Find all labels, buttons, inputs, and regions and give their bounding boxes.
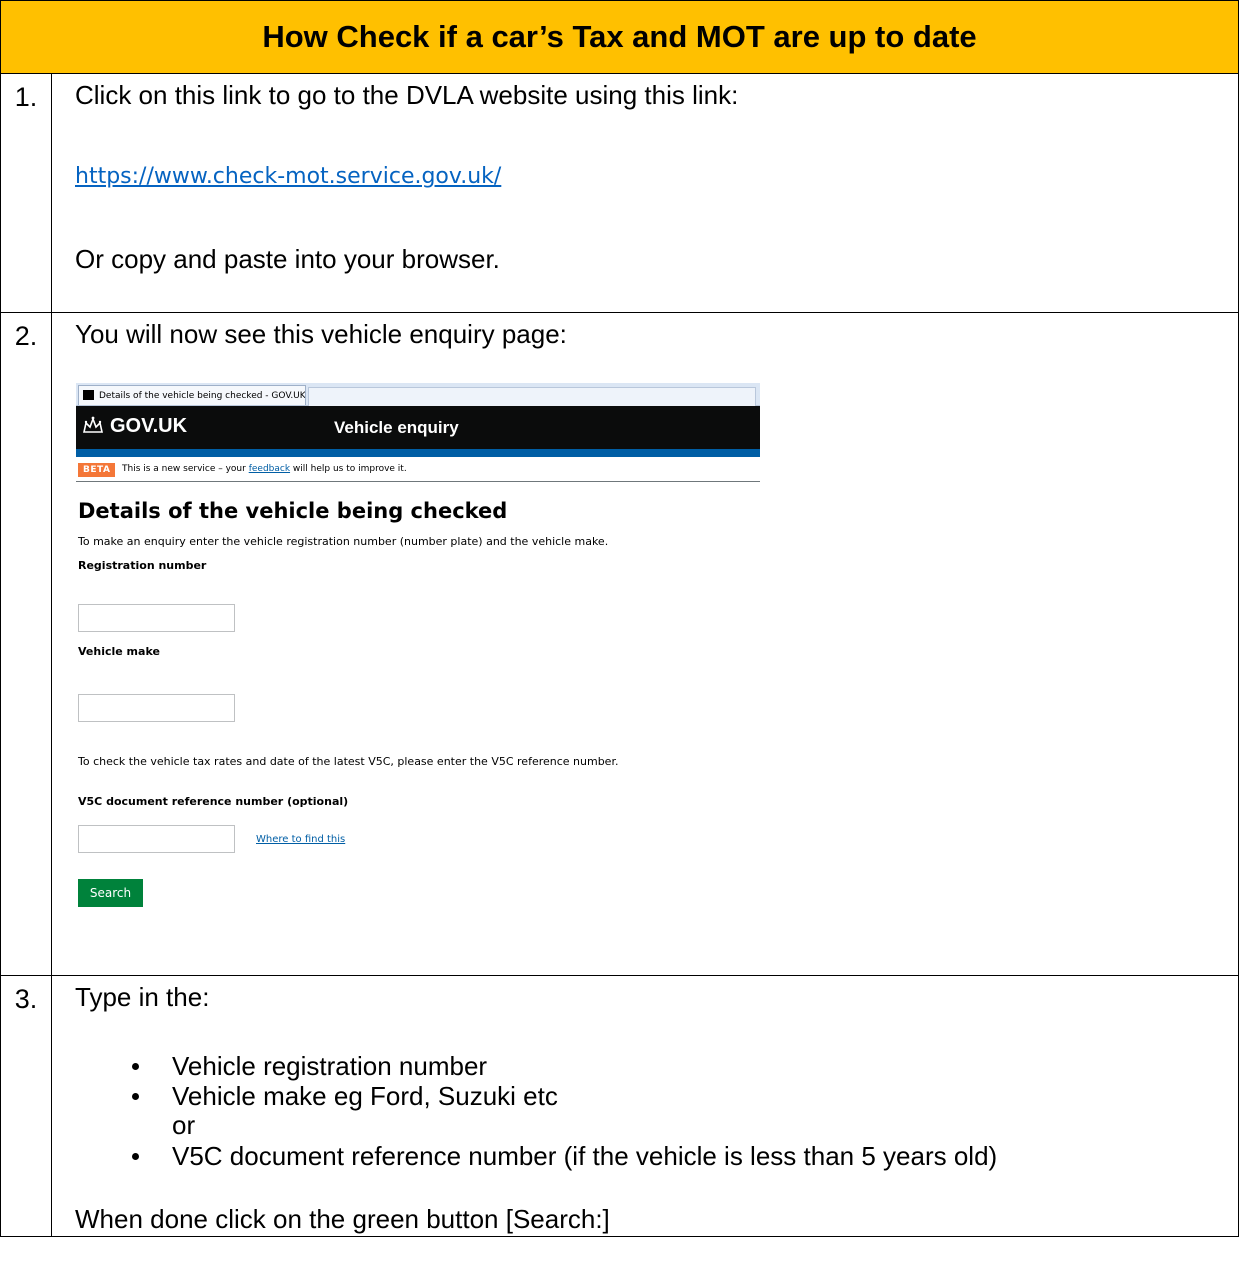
registration-label: Registration number: [78, 559, 207, 572]
step-text: When done click on the green button [Sea…: [75, 1204, 610, 1234]
step-text: Type in the:: [75, 982, 210, 1012]
bullet-icon: [132, 1093, 139, 1100]
list-item: Vehicle registration number: [132, 1051, 997, 1081]
vehicle-make-label: Vehicle make: [78, 645, 160, 658]
step-row-1: 1. Click on this link to go to the DVLA …: [0, 73, 1239, 313]
crown-icon: [83, 416, 103, 433]
new-tab[interactable]: [308, 387, 756, 406]
step-row-2: 2. You will now see this vehicle enquiry…: [0, 312, 1239, 976]
where-to-find-link[interactable]: Where to find this: [256, 834, 345, 845]
list-item: V5C document reference number (if the ve…: [132, 1141, 997, 1171]
beta-tag: BETA: [78, 463, 116, 477]
step-text: Or copy and paste into your browser.: [75, 244, 500, 274]
step-number: 2.: [0, 312, 52, 976]
beta-text-before: This is a new service – your: [122, 464, 249, 474]
browser-tab-title: Details of the vehicle being checked - G…: [99, 391, 306, 401]
beta-text-after: will help us to improve it.: [290, 464, 407, 474]
step-number: 1.: [0, 73, 52, 313]
step-text: Click on this link to go to the DVLA web…: [75, 80, 739, 110]
v5c-reference-input[interactable]: [78, 825, 235, 853]
browser-tab[interactable]: Details of the vehicle being checked - G…: [78, 385, 306, 405]
search-button[interactable]: Search: [78, 879, 143, 907]
service-name[interactable]: Vehicle enquiry: [334, 418, 459, 438]
step-row-3: 3. Type in the: Vehicle registration num…: [0, 975, 1239, 1237]
registration-number-input[interactable]: [78, 604, 235, 632]
header-stripe: [76, 449, 760, 457]
logo-text: GOV.UK: [110, 415, 188, 437]
v5c-hint-text: To check the vehicle tax rates and date …: [78, 755, 619, 768]
beta-banner: BETA This is a new service – your feedba…: [76, 461, 760, 482]
bullet-icon: [132, 1063, 139, 1070]
document-title: How Check if a car’s Tax and MOT are up …: [0, 0, 1239, 74]
govuk-logo[interactable]: GOV.UK: [82, 415, 187, 438]
dvla-website-link[interactable]: https://www.check-mot.service.gov.uk/: [75, 164, 501, 189]
browser-tab-bar: Details of the vehicle being checked - G…: [76, 383, 760, 406]
list-item: Vehicle make eg Ford, Suzuki etc: [132, 1081, 997, 1111]
list-item-text: V5C document reference number (if the ve…: [172, 1141, 998, 1171]
title-row: How Check if a car’s Tax and MOT are up …: [0, 0, 1239, 74]
or-text: or: [172, 1110, 196, 1140]
step-number: 3.: [0, 975, 52, 1237]
vehicle-make-input[interactable]: [78, 694, 235, 722]
feedback-link[interactable]: feedback: [249, 464, 290, 474]
list-item-text: Vehicle make eg Ford, Suzuki etc: [172, 1081, 558, 1111]
instructions-table: How Check if a car’s Tax and MOT are up …: [0, 0, 1239, 1237]
govuk-header: GOV.UK Vehicle enquiry: [76, 406, 760, 449]
step-text: You will now see this vehicle enquiry pa…: [75, 319, 567, 349]
page-heading: Details of the vehicle being checked: [78, 499, 508, 523]
v5c-label: V5C document reference number (optional): [78, 795, 349, 808]
beta-text: This is a new service – your feedback wi…: [122, 464, 407, 474]
intro-text: To make an enquiry enter the vehicle reg…: [78, 535, 609, 548]
bullet-icon: [132, 1153, 139, 1160]
govuk-favicon-icon: [83, 390, 94, 400]
instruction-bullet-list: Vehicle registration number Vehicle make…: [132, 1051, 997, 1171]
list-item-text: Vehicle registration number: [172, 1051, 488, 1081]
vehicle-enquiry-screenshot: Details of the vehicle being checked - G…: [76, 383, 760, 943]
